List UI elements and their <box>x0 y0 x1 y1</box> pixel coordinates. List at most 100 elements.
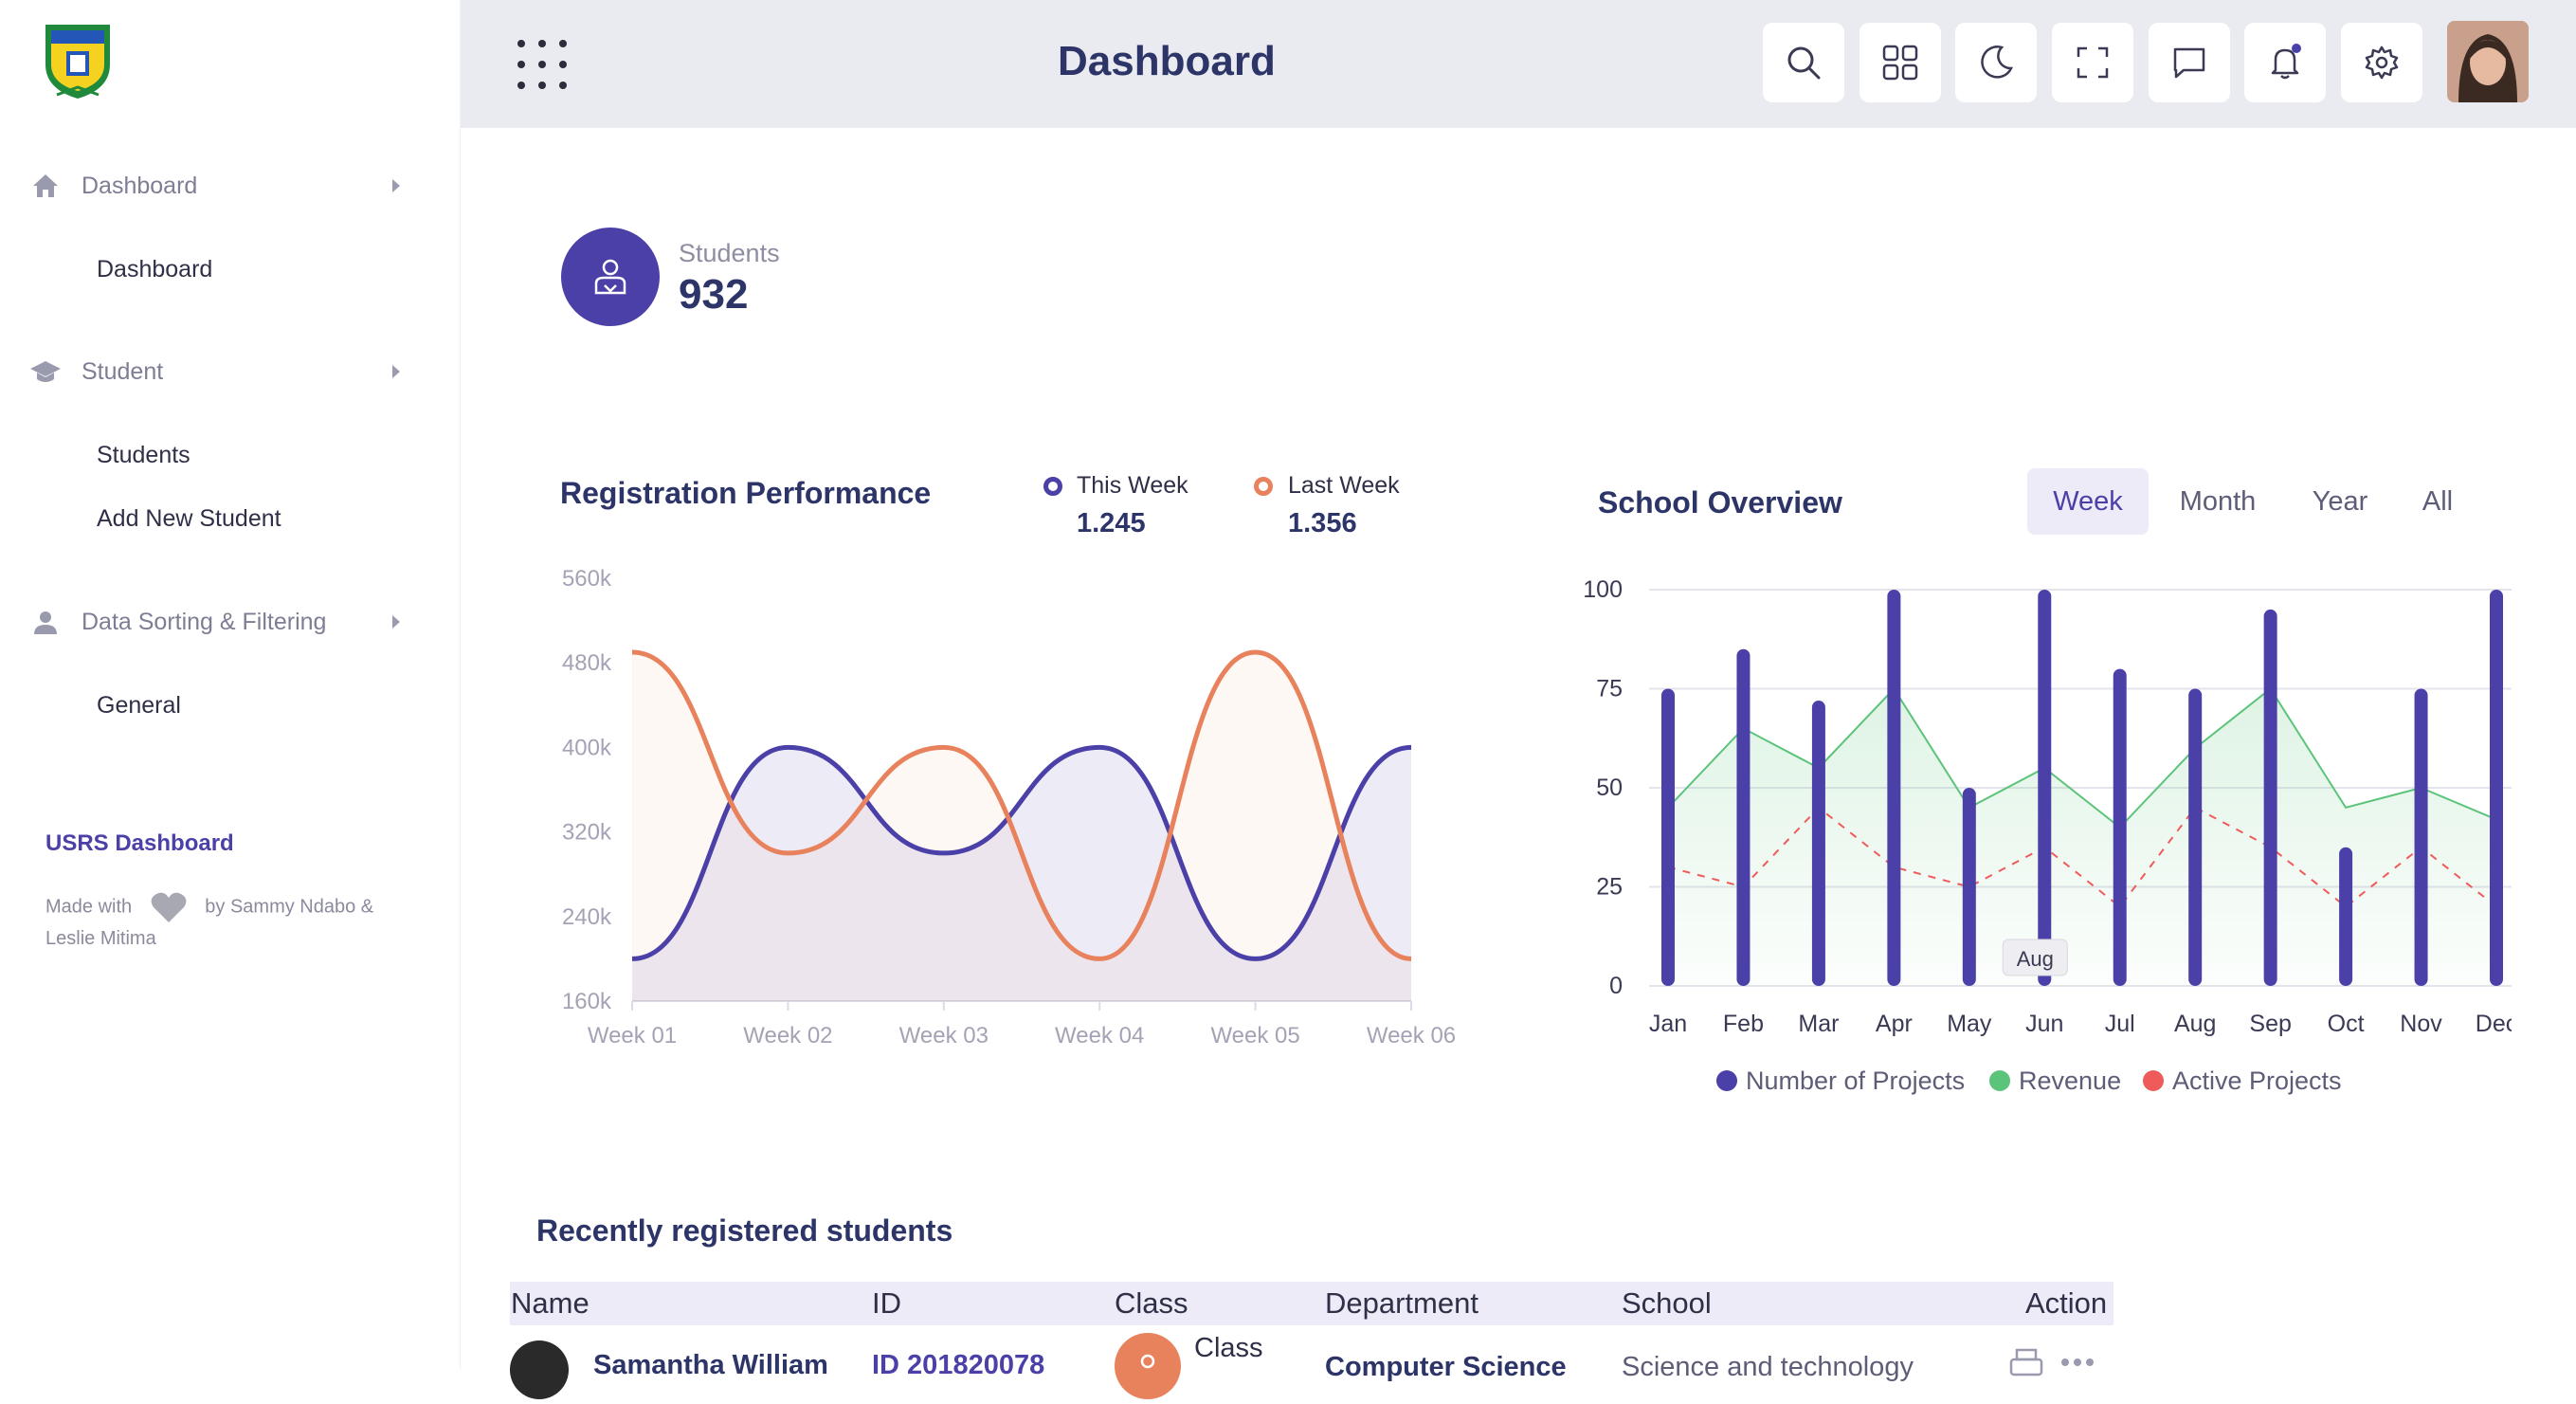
y-tick-label: 50 <box>1596 775 1623 801</box>
x-tick-label: Week 06 <box>1367 1023 1456 1048</box>
notifications-button[interactable] <box>2244 23 2326 102</box>
sidebar-item-general[interactable]: General <box>97 692 181 720</box>
x-tick-label: Week 01 <box>588 1023 677 1048</box>
y-tick-label: 240k <box>562 904 612 930</box>
gear-icon <box>2365 46 2399 80</box>
bar-number-of-projects <box>2263 609 2277 986</box>
fullscreen-button[interactable] <box>2052 23 2133 102</box>
period-tab-year[interactable]: Year <box>2290 468 2390 535</box>
x-tick-label: Jan <box>1649 1011 1687 1037</box>
class-icon <box>1115 1333 1181 1399</box>
legend-dot <box>1989 1070 2010 1091</box>
student-id[interactable]: ID 201820078 <box>872 1350 1044 1381</box>
nav-group-data-sorting[interactable]: Data Sorting & Filtering <box>28 603 408 641</box>
legend-last-week-dot <box>1254 477 1273 496</box>
y-tick-label: 320k <box>562 820 612 846</box>
column-header-school[interactable]: School <box>1622 1286 1712 1321</box>
y-tick-label: 400k <box>562 735 612 760</box>
table-title: Recently registered students <box>536 1213 953 1248</box>
settings-button[interactable] <box>2341 23 2422 102</box>
period-tab-month[interactable]: Month <box>2159 468 2277 535</box>
bar-number-of-projects <box>1962 788 1976 986</box>
column-header-id[interactable]: ID <box>872 1286 901 1321</box>
sidebar-item-students[interactable]: Students <box>97 442 190 469</box>
nav-group-label: Dashboard <box>82 172 198 199</box>
x-tick-label: Nov <box>2400 1011 2442 1037</box>
student-avatar <box>510 1340 569 1399</box>
bar-number-of-projects <box>2414 688 2428 986</box>
sidebar-item-dashboard[interactable]: Dashboard <box>97 256 212 283</box>
student-icon <box>594 259 626 295</box>
sidebar-item-add-new-student[interactable]: Add New Student <box>97 505 281 533</box>
period-tab-week[interactable]: Week <box>2027 468 2149 535</box>
university-logo <box>45 25 110 99</box>
x-tick-label: Week 05 <box>1210 1023 1299 1048</box>
y-tick-label: 480k <box>562 650 612 676</box>
legend-last-week-value: 1.356 <box>1288 508 1357 538</box>
bar-number-of-projects <box>2339 847 2353 986</box>
grid-squares-icon <box>1882 45 1918 81</box>
search-button[interactable] <box>1763 23 1844 102</box>
y-tick-label: 100 <box>1583 576 1623 603</box>
student-school: Science and technology <box>1622 1352 1914 1382</box>
nav-group-dashboard[interactable]: Dashboard <box>28 167 408 205</box>
chat-icon <box>2173 47 2205 79</box>
column-header-class[interactable]: Class <box>1115 1286 1188 1321</box>
y-tick-label: 160k <box>562 989 612 1014</box>
bar-number-of-projects <box>1887 590 1901 986</box>
y-tick-label: 0 <box>1609 973 1623 999</box>
person-icon <box>28 605 63 639</box>
print-icon[interactable] <box>2007 1346 2045 1384</box>
x-tick-label: May <box>1947 1011 1992 1037</box>
student-name[interactable]: Samantha William <box>593 1350 828 1381</box>
bar-number-of-projects <box>2113 668 2127 986</box>
legend-this-week-dot <box>1043 477 1062 496</box>
x-tick-label: Oct <box>2328 1011 2365 1037</box>
home-icon <box>28 169 63 203</box>
legend-label: Active Projects <box>2172 1067 2342 1095</box>
legend-label: Number of Projects <box>1746 1067 1965 1095</box>
apps-grid-icon[interactable] <box>516 38 569 91</box>
x-tick-label: Apr <box>1876 1011 1913 1037</box>
user-avatar[interactable] <box>2447 21 2529 102</box>
period-tab-all[interactable]: All <box>2398 468 2477 535</box>
x-tick-label: Dec <box>2476 1011 2512 1037</box>
sidebar: Dashboard Dashboard Student Students Add… <box>0 0 461 1369</box>
bar-number-of-projects <box>2490 590 2503 986</box>
student-class: Class <box>1194 1333 1263 1363</box>
bell-icon <box>2271 44 2301 80</box>
x-tick-label: Sep <box>2249 1011 2291 1037</box>
student-department: Computer Science <box>1325 1352 1567 1382</box>
chevron-right-icon <box>392 615 400 629</box>
students-stat-icon <box>561 228 660 326</box>
bar-number-of-projects <box>1811 701 1825 986</box>
students-stat-value: 932 <box>679 271 749 318</box>
registration-performance-chart: 160k 240k 320k 400k 480k 560k Week 01 Week 02 We… <box>562 569 1456 1048</box>
moon-icon <box>1981 46 2013 79</box>
table-header <box>510 1282 2113 1325</box>
overview-chart-title: School Overview <box>1598 485 1842 520</box>
nav-group-student[interactable]: Student <box>28 353 408 391</box>
footer-title: USRS Dashboard <box>45 830 234 856</box>
footer-made-with: Made with <box>45 896 133 918</box>
bar-number-of-projects <box>2038 590 2052 986</box>
heart-icon <box>151 892 187 922</box>
x-tick-label: Jul <box>2105 1011 2135 1037</box>
column-header-name[interactable]: Name <box>511 1286 590 1321</box>
legend-last-week-label: Last Week <box>1288 472 1400 499</box>
graduation-cap-icon <box>28 355 63 389</box>
x-tick-label: Jun <box>2025 1011 2063 1037</box>
apps-button[interactable] <box>1859 23 1941 102</box>
x-tick-label: Aug <box>2174 1011 2216 1037</box>
x-tick-label: Mar <box>1798 1011 1839 1037</box>
legend-this-week-value: 1.245 <box>1077 508 1146 538</box>
revenue-area <box>1668 688 2496 986</box>
bar-number-of-projects <box>1736 648 1751 986</box>
more-icon[interactable] <box>2059 1356 2096 1369</box>
tooltip-label: Aug <box>2017 947 2054 971</box>
x-tick-label: Week 02 <box>743 1023 832 1048</box>
dark-mode-button[interactable] <box>1955 23 2037 102</box>
messages-button[interactable] <box>2149 23 2230 102</box>
column-header-department[interactable]: Department <box>1325 1286 1478 1321</box>
footer-credit: Made with by Sammy Ndabo & Leslie Mitima <box>45 891 415 954</box>
